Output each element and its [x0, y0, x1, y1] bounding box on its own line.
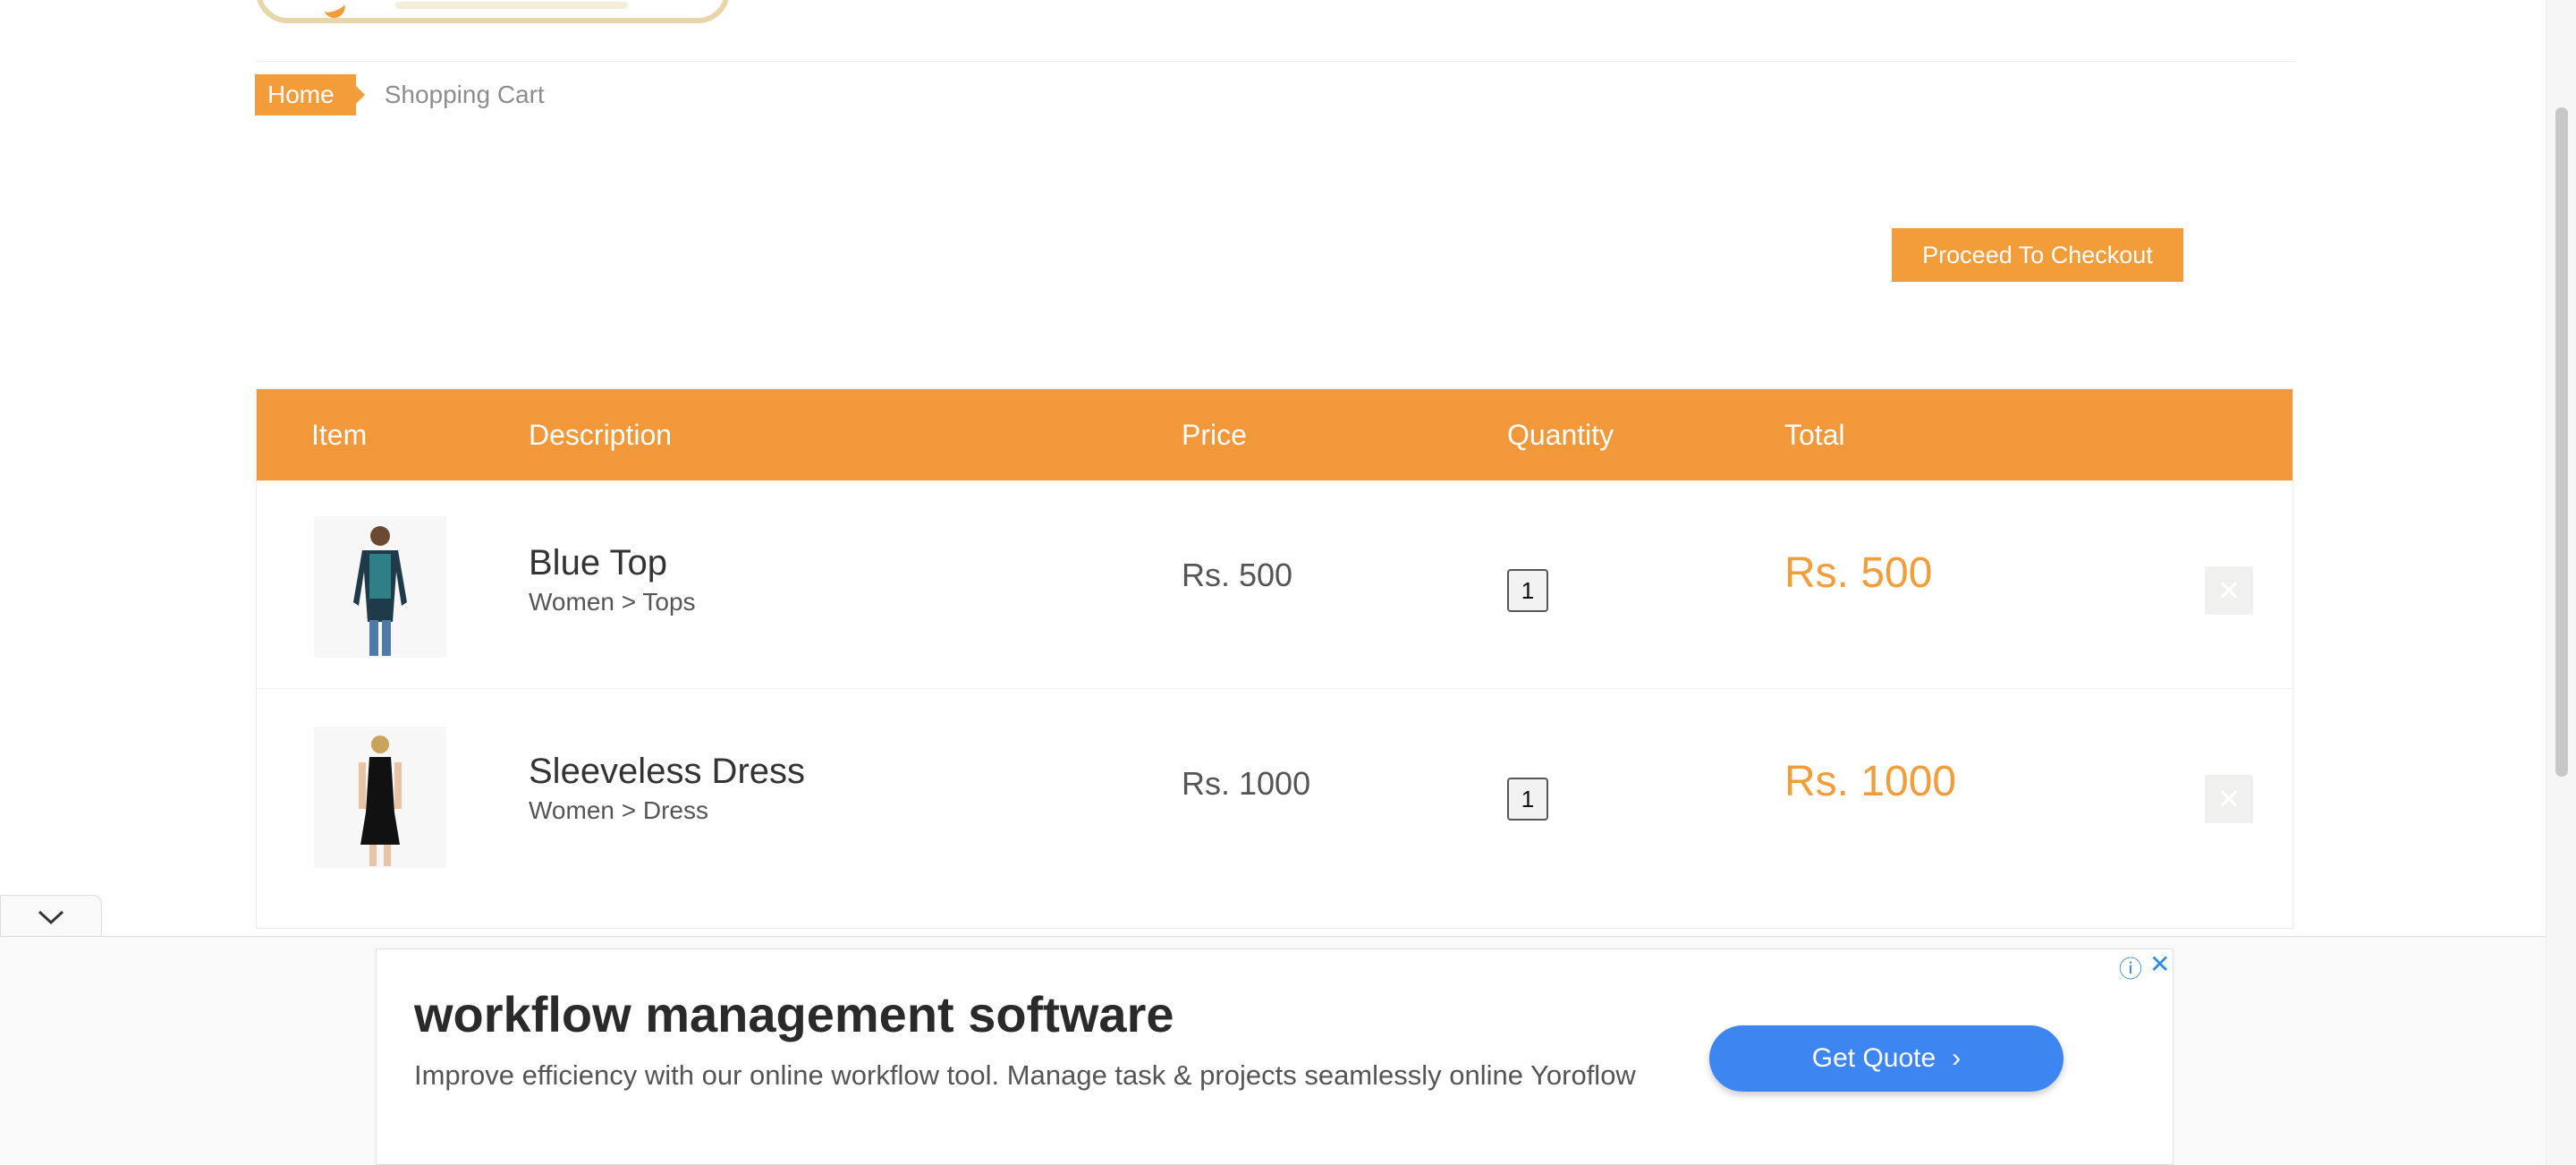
site-logo[interactable] — [256, 0, 730, 23]
breadcrumb-current: Shopping Cart — [384, 81, 545, 108]
product-name-link[interactable]: Sleeveless Dress — [529, 752, 805, 792]
header-description: Description — [529, 419, 673, 451]
cart-table: Item Description Price Quantity Total Bl… — [256, 388, 2293, 929]
ad-collapse-toggle[interactable] — [0, 895, 102, 938]
product-category: Women > Dress — [529, 796, 708, 824]
cart-row: Sleeveless Dress Women > Dress Rs. 1000 … — [257, 689, 2292, 897]
header-item: Item — [311, 419, 368, 451]
ad-description[interactable]: Improve efficiency with our online workf… — [414, 1057, 1648, 1093]
get-quote-label: Get Quote — [1811, 1043, 1936, 1073]
product-name-link[interactable]: Blue Top — [529, 543, 667, 583]
quantity-value: 1 — [1507, 778, 1548, 821]
ad-title[interactable]: workflow management software — [414, 985, 1174, 1043]
product-total: Rs. 500 — [1784, 549, 1933, 597]
product-image-sleeveless-dress[interactable] — [314, 727, 446, 868]
vertical-scrollbar[interactable] — [2546, 0, 2576, 1165]
product-price: Rs. 500 — [1182, 557, 1293, 593]
header-quantity: Quantity — [1507, 419, 1614, 451]
breadcrumb: Home Shopping Cart — [255, 74, 545, 115]
breadcrumb-home-link[interactable]: Home — [255, 74, 365, 115]
close-icon: ✕ — [2216, 783, 2241, 815]
get-quote-button[interactable]: Get Quote › — [1709, 1025, 2063, 1092]
header-price: Price — [1182, 419, 1247, 451]
info-icon[interactable]: ⓘ — [2119, 951, 2142, 984]
close-icon[interactable]: ✕ — [2149, 949, 2170, 979]
chevron-down-icon — [38, 910, 64, 924]
cart-table-header: Item Description Price Quantity Total — [257, 389, 2292, 480]
product-image-blue-top[interactable] — [314, 516, 446, 658]
proceed-to-checkout-button[interactable]: Proceed To Checkout — [1892, 228, 2183, 282]
logo-swash — [320, 0, 349, 18]
delete-item-button[interactable]: ✕ — [2205, 566, 2253, 615]
chevron-right-icon: › — [1952, 1043, 1962, 1073]
product-category: Women > Tops — [529, 588, 696, 616]
product-total: Rs. 1000 — [1784, 758, 1957, 805]
header-divider — [256, 61, 2295, 62]
close-icon: ✕ — [2216, 574, 2241, 607]
product-price: Rs. 1000 — [1182, 765, 1311, 802]
header-total: Total — [1784, 419, 1845, 451]
cart-row: Blue Top Women > Tops Rs. 500 1 Rs. 500 … — [257, 480, 2292, 689]
logo-text-fragment — [395, 2, 628, 9]
delete-item-button[interactable]: ✕ — [2205, 775, 2253, 823]
scrollbar-thumb[interactable] — [2555, 107, 2568, 777]
quantity-value: 1 — [1507, 569, 1548, 612]
ad-banner[interactable]: workflow management software Improve eff… — [376, 948, 2174, 1165]
